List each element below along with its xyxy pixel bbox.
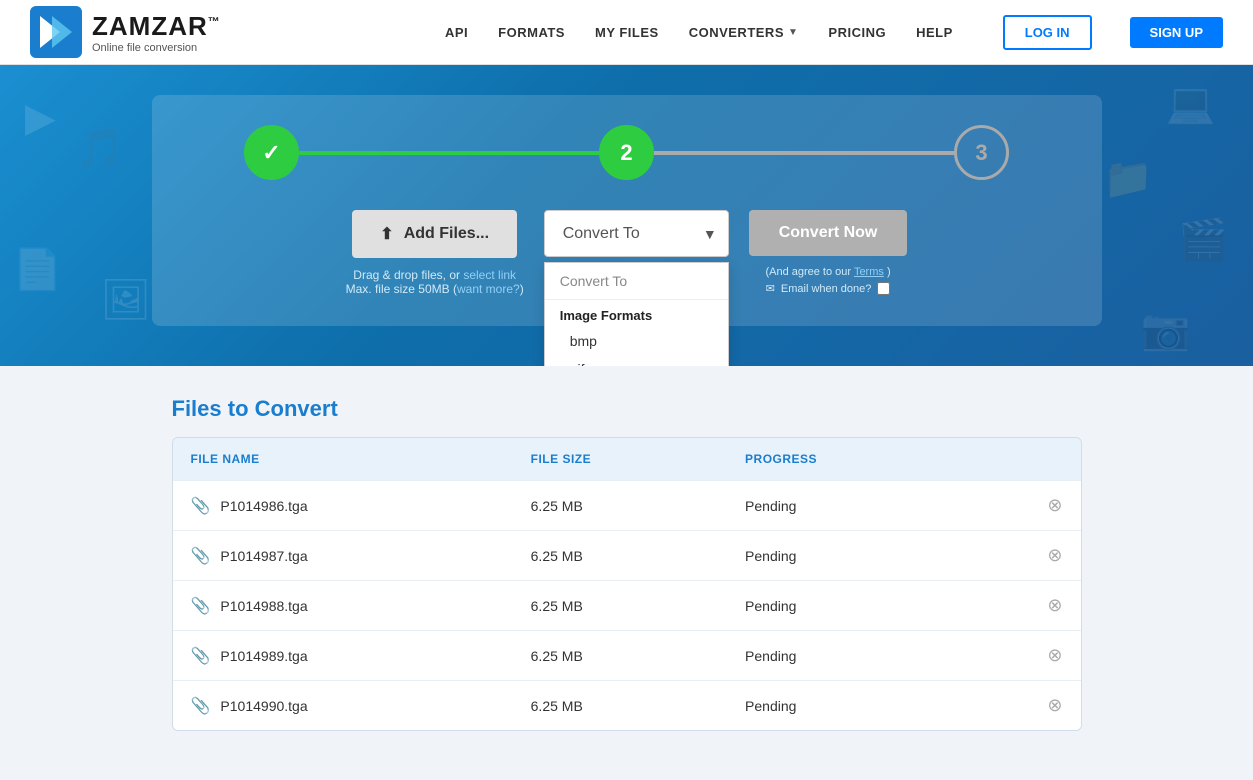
file-attachment-icon: 📎 <box>191 596 211 616</box>
files-title: Files to Convert <box>172 396 1082 422</box>
convert-now-area: Convert Now (And agree to our Terms ) ✉ … <box>749 210 908 295</box>
signup-button[interactable]: SIGN UP <box>1130 17 1223 48</box>
file-status-cell: Pending <box>727 631 967 681</box>
hero-section: ▶ 📄 🎵 🖼 💻 🎬 📷 📁 ✓ 2 3 <box>0 65 1253 366</box>
add-files-hint: Drag & drop files, or select link Max. f… <box>346 268 524 296</box>
upload-icon: ⬆ <box>380 224 393 244</box>
nav-help[interactable]: HELP <box>916 25 953 40</box>
email-checkbox[interactable] <box>877 282 890 295</box>
file-name: P1014990.tga <box>220 698 307 714</box>
file-status-cell: Pending <box>727 581 967 631</box>
file-name: P1014988.tga <box>220 598 307 614</box>
logo-icon <box>30 6 82 58</box>
remove-file-button[interactable]: ⊗ <box>1047 545 1062 566</box>
file-name-cell: 📎 P1014986.tga <box>173 481 513 531</box>
nav-converters[interactable]: CONVERTERS ▼ <box>689 25 799 40</box>
logo-name: ZAMZAR™ <box>92 11 221 42</box>
dropdown-item-gif[interactable]: gif <box>545 355 728 366</box>
file-remove-cell: ⊗ <box>967 581 1081 631</box>
remove-file-button[interactable]: ⊗ <box>1047 595 1062 616</box>
files-table: FILE NAME FILE SIZE PROGRESS 📎 P1014986.… <box>173 438 1081 730</box>
table-row: 📎 P1014987.tga 6.25 MB Pending ⊗ <box>173 531 1081 581</box>
col-file-name: FILE NAME <box>173 438 513 481</box>
table-row: 📎 P1014988.tga 6.25 MB Pending ⊗ <box>173 581 1081 631</box>
file-size-cell: 6.25 MB <box>513 531 727 581</box>
add-files-button[interactable]: ⬆ Add Files... <box>352 210 517 258</box>
table-row: 📎 P1014990.tga 6.25 MB Pending ⊗ <box>173 681 1081 731</box>
step-1: ✓ <box>244 125 299 180</box>
file-name-cell: 📎 P1014990.tga <box>173 681 513 731</box>
file-name-cell: 📎 P1014989.tga <box>173 631 513 681</box>
file-attachment-icon: 📎 <box>191 646 211 666</box>
dropdown-item-bmp[interactable]: bmp <box>545 327 728 355</box>
file-status-cell: Pending <box>727 531 967 581</box>
main-nav: API FORMATS MY FILES CONVERTERS ▼ PRICIN… <box>445 15 1223 50</box>
logo-tagline: Online file conversion <box>92 42 221 54</box>
file-attachment-icon: 📎 <box>191 696 211 716</box>
stepper: ✓ 2 3 <box>192 125 1062 180</box>
convert-to-select[interactable]: Convert To <box>544 210 729 257</box>
nav-formats[interactable]: FORMATS <box>498 25 565 40</box>
terms-link[interactable]: Terms <box>854 266 884 278</box>
add-files-area: ⬆ Add Files... Drag & drop files, or sel… <box>346 210 524 296</box>
hero-controls: ⬆ Add Files... Drag & drop files, or sel… <box>192 210 1062 296</box>
file-name: P1014989.tga <box>220 648 307 664</box>
file-attachment-icon: 📎 <box>191 546 211 566</box>
file-remove-cell: ⊗ <box>967 631 1081 681</box>
col-actions <box>967 438 1081 481</box>
file-name-cell: 📎 P1014987.tga <box>173 531 513 581</box>
step-line-1-2 <box>299 151 599 155</box>
header: ZAMZAR™ Online file conversion API FORMA… <box>0 0 1253 65</box>
nav-api[interactable]: API <box>445 25 468 40</box>
col-file-size: FILE SIZE <box>513 438 727 481</box>
step-2: 2 <box>599 125 654 180</box>
files-table-header: FILE NAME FILE SIZE PROGRESS <box>173 438 1081 481</box>
files-section: Files to Convert FILE NAME FILE SIZE PRO… <box>152 396 1102 731</box>
nav-pricing[interactable]: PRICING <box>828 25 886 40</box>
file-status-cell: Pending <box>727 481 967 531</box>
convert-now-button[interactable]: Convert Now <box>749 210 908 256</box>
files-table-body: 📎 P1014986.tga 6.25 MB Pending ⊗ 📎 P1014… <box>173 481 1081 731</box>
login-button[interactable]: LOG IN <box>1003 15 1092 50</box>
file-size-cell: 6.25 MB <box>513 581 727 631</box>
file-remove-cell: ⊗ <box>967 481 1081 531</box>
want-more-link[interactable]: want more? <box>457 282 520 296</box>
convert-to-dropdown: Convert To Image Formatsbmpgificojpgpcxp… <box>544 262 729 366</box>
convert-now-hint: (And agree to our Terms ) <box>765 266 890 278</box>
file-remove-cell: ⊗ <box>967 681 1081 731</box>
step-3: 3 <box>954 125 1009 180</box>
remove-file-button[interactable]: ⊗ <box>1047 695 1062 716</box>
remove-file-button[interactable]: ⊗ <box>1047 645 1062 666</box>
table-row: 📎 P1014986.tga 6.25 MB Pending ⊗ <box>173 481 1081 531</box>
file-name-cell: 📎 P1014988.tga <box>173 581 513 631</box>
chevron-down-icon: ▼ <box>788 27 798 38</box>
files-table-wrapper: FILE NAME FILE SIZE PROGRESS 📎 P1014986.… <box>172 437 1082 731</box>
logo[interactable]: ZAMZAR™ Online file conversion <box>30 6 221 58</box>
file-status-cell: Pending <box>727 681 967 731</box>
file-remove-cell: ⊗ <box>967 531 1081 581</box>
remove-file-button[interactable]: ⊗ <box>1047 495 1062 516</box>
dropdown-header: Convert To <box>545 263 728 300</box>
file-name: P1014986.tga <box>220 498 307 514</box>
file-size-cell: 6.25 MB <box>513 681 727 731</box>
email-row: ✉ Email when done? <box>766 282 891 295</box>
table-row: 📎 P1014989.tga 6.25 MB Pending ⊗ <box>173 631 1081 681</box>
envelope-icon: ✉ <box>766 282 775 295</box>
convert-to-area: Convert To ▼ Convert To Image Formatsbmp… <box>544 210 729 257</box>
hero-inner: ✓ 2 3 ⬆ Add Files... Drag & drop files, … <box>152 95 1102 326</box>
select-link[interactable]: select link <box>463 268 516 282</box>
file-size-cell: 6.25 MB <box>513 481 727 531</box>
nav-my-files[interactable]: MY FILES <box>595 25 659 40</box>
dropdown-group-label: Image Formats <box>545 300 728 327</box>
file-size-cell: 6.25 MB <box>513 631 727 681</box>
file-name: P1014987.tga <box>220 548 307 564</box>
file-attachment-icon: 📎 <box>191 496 211 516</box>
col-progress: PROGRESS <box>727 438 967 481</box>
logo-text: ZAMZAR™ Online file conversion <box>92 11 221 54</box>
step-line-2-3 <box>654 151 954 155</box>
